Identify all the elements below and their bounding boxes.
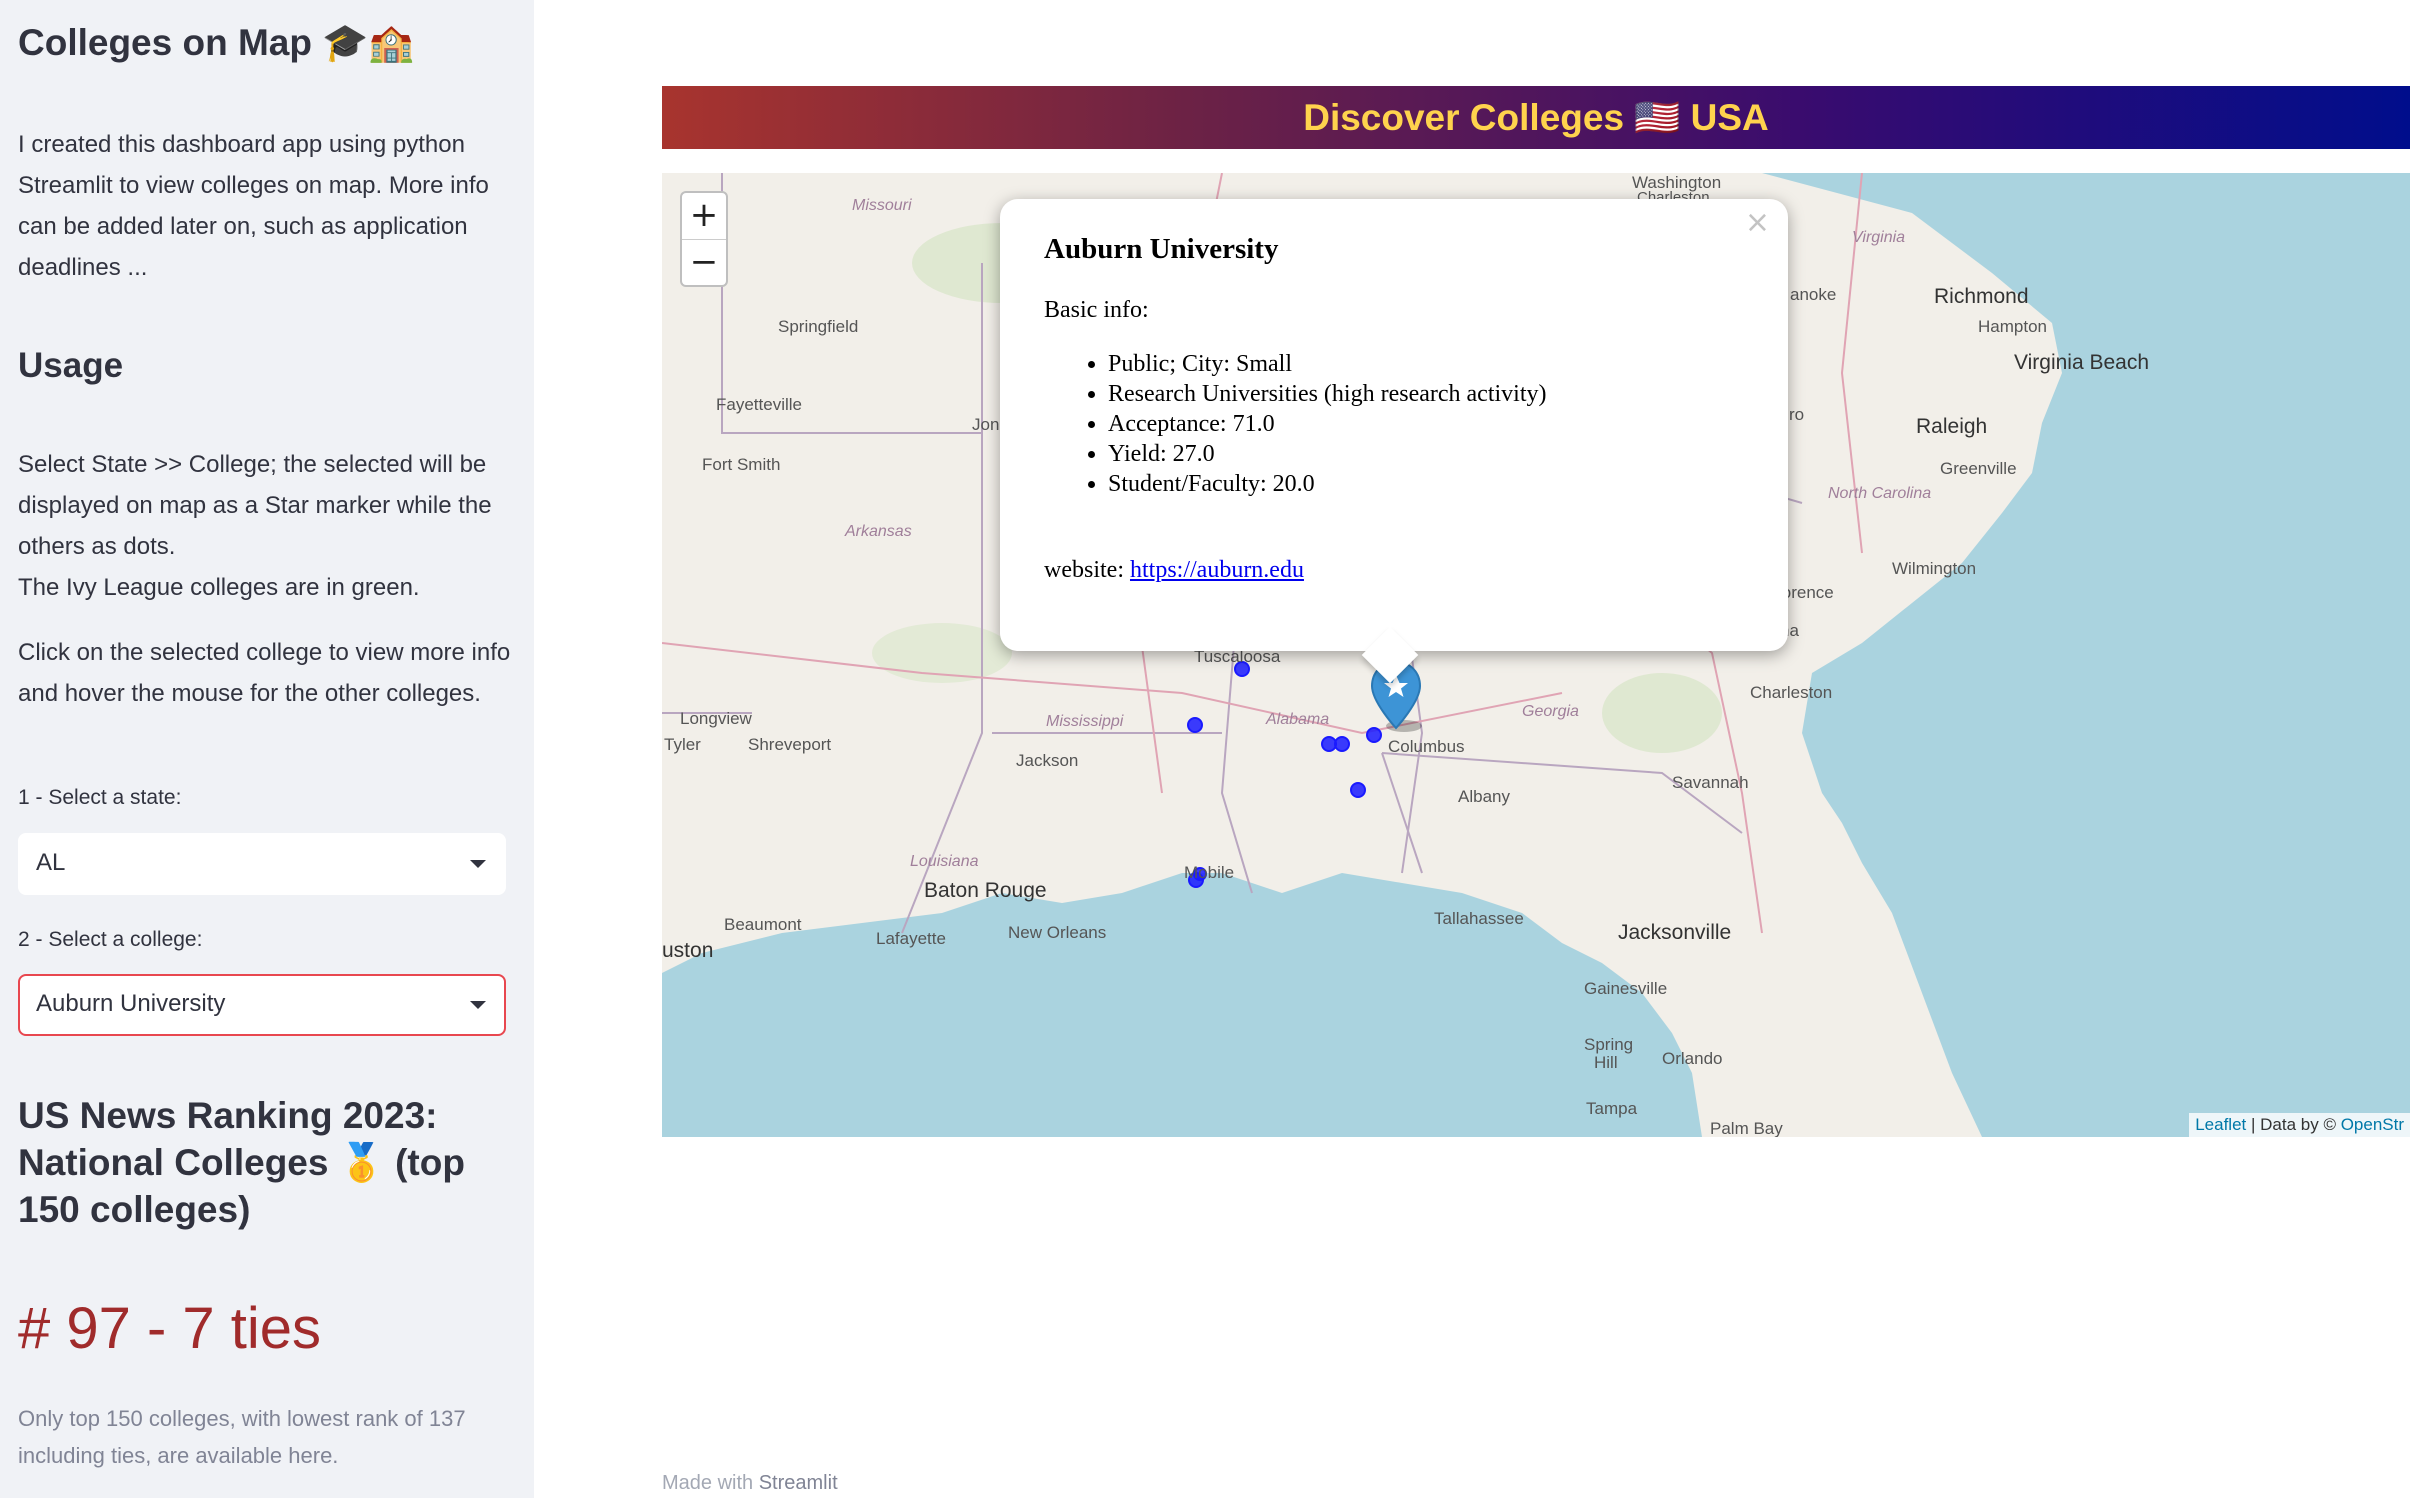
- map-label: anoke: [1790, 285, 1837, 304]
- osm-link[interactable]: OpenStr: [2341, 1115, 2404, 1134]
- map-label: Missouri: [852, 197, 912, 214]
- map-label: Tyler: [664, 735, 701, 754]
- map-label: Wilmington: [1892, 559, 1977, 578]
- popup-info-item: Acceptance: 71.0: [1108, 409, 1547, 439]
- map-label: Shreveport: [748, 735, 832, 754]
- website-label: website:: [1044, 557, 1130, 583]
- map-label: Gainesville: [1584, 979, 1668, 998]
- footer-prefix: Made with: [662, 1472, 754, 1494]
- map-label: Columbus: [1388, 737, 1465, 756]
- attribution-text: | Data by ©: [2246, 1115, 2341, 1134]
- map-label: Spring: [1584, 1035, 1634, 1054]
- map-label: ro: [1789, 405, 1805, 424]
- popup-info-item: Public; City: Small: [1108, 349, 1547, 379]
- college-select-value: Auburn University: [36, 990, 226, 1017]
- ranking-heading: US News Ranking 2023: National Colleges …: [18, 1095, 465, 1230]
- footer: Made with Streamlit: [662, 1472, 838, 1495]
- leaflet-link[interactable]: Leaflet: [2195, 1115, 2246, 1134]
- map-label: Springfield: [778, 317, 859, 336]
- intro-text: I created this dashboard app using pytho…: [18, 131, 489, 281]
- map-label: Albany: [1458, 787, 1510, 806]
- popup-info-item: Yield: 27.0: [1108, 439, 1547, 469]
- college-select[interactable]: Auburn University: [18, 974, 506, 1036]
- map-label: Arkansas: [845, 523, 912, 540]
- map-label: Jon: [972, 415, 1000, 434]
- usage-text-1: Select State >> College; the selected wi…: [18, 451, 492, 560]
- zoom-control: + −: [680, 191, 728, 287]
- map-attribution: Leaflet | Data by © OpenStr: [2189, 1113, 2410, 1137]
- map-label: Louisiana: [910, 853, 979, 870]
- close-icon[interactable]: ×: [1745, 205, 1770, 240]
- map-label: North Carolina: [1828, 485, 1932, 502]
- state-select-label: 1 - Select a state:: [18, 786, 182, 809]
- website-link[interactable]: https://auburn.edu: [1130, 557, 1304, 583]
- map-label: Jacksonville: [1618, 921, 1732, 944]
- zoom-out-button[interactable]: −: [682, 240, 726, 286]
- map-label: Mississippi: [1046, 713, 1124, 730]
- popup-basic-info: Basic info:: [1044, 297, 1149, 323]
- ranking-value: # 97 - 7 ties: [18, 1296, 322, 1361]
- usage-heading: Usage: [18, 346, 124, 385]
- map-label: uston: [662, 939, 714, 962]
- map-label: Fort Smith: [702, 455, 781, 474]
- usage-text-2: The Ivy League colleges are in green.: [18, 574, 420, 601]
- chevron-down-icon: [470, 860, 486, 868]
- map-label: Fayetteville: [716, 395, 802, 414]
- chevron-down-icon: [470, 1001, 486, 1009]
- map-label: Jackson: [1016, 751, 1079, 770]
- map-label: Tampa: [1586, 1099, 1638, 1118]
- state-select[interactable]: AL: [18, 833, 506, 895]
- map-label: Hampton: [1978, 317, 2047, 336]
- sidebar: Colleges on Map 🎓🏫 I created this dashbo…: [0, 0, 534, 1498]
- map-label: Mobile: [1184, 863, 1235, 882]
- usage-text: Select State >> College; the selected wi…: [18, 444, 518, 608]
- map-label: Beaumont: [724, 915, 802, 934]
- page-banner: Discover Colleges 🇺🇸 USA: [662, 86, 2410, 149]
- map-label: Virginia: [1852, 229, 1906, 246]
- map-label: Hill: [1594, 1053, 1618, 1072]
- map-label: Baton Rouge: [924, 879, 1047, 902]
- college-select-label: 2 - Select a college:: [18, 928, 203, 951]
- usage-text-3: Click on the selected college to view mo…: [18, 639, 511, 707]
- streamlit-link[interactable]: Streamlit: [759, 1472, 838, 1494]
- map-label: Orlando: [1662, 1049, 1723, 1068]
- college-map[interactable]: Washington Charleston Missouri Virginia …: [662, 173, 2410, 1137]
- sidebar-title: Colleges on Map 🎓🏫: [18, 22, 415, 63]
- map-label: Virginia Beach: [2014, 351, 2150, 374]
- map-label: New Orleans: [1008, 923, 1107, 942]
- popup-website: website: https://auburn.edu: [1044, 557, 1304, 584]
- map-label: Georgia: [1522, 703, 1579, 720]
- map-label: Tallahassee: [1434, 909, 1524, 928]
- zoom-in-button[interactable]: +: [682, 193, 726, 240]
- state-select-value: AL: [36, 849, 66, 876]
- popup-info-list: Public; City: Small Research Universitie…: [1044, 349, 1547, 499]
- map-label: Richmond: [1934, 285, 2029, 308]
- map-label: Charleston: [1750, 683, 1833, 702]
- map-label: Longview: [680, 709, 752, 728]
- ranking-note: Only top 150 colleges, with lowest rank …: [18, 1406, 466, 1468]
- map-label: Palm Bay: [1710, 1119, 1783, 1137]
- popup-info-item: Student/Faculty: 20.0: [1108, 469, 1547, 499]
- college-popup: × Auburn University Basic info: Public; …: [1000, 199, 1788, 684]
- popup-title: Auburn University: [1044, 233, 1279, 265]
- map-label: Savannah: [1672, 773, 1749, 792]
- map-label: Raleigh: [1916, 415, 1988, 438]
- map-label: Greenville: [1940, 459, 2017, 478]
- map-label: Alabama: [1266, 711, 1330, 728]
- map-label: Lafayette: [876, 929, 946, 948]
- popup-info-item: Research Universities (high research act…: [1108, 379, 1547, 409]
